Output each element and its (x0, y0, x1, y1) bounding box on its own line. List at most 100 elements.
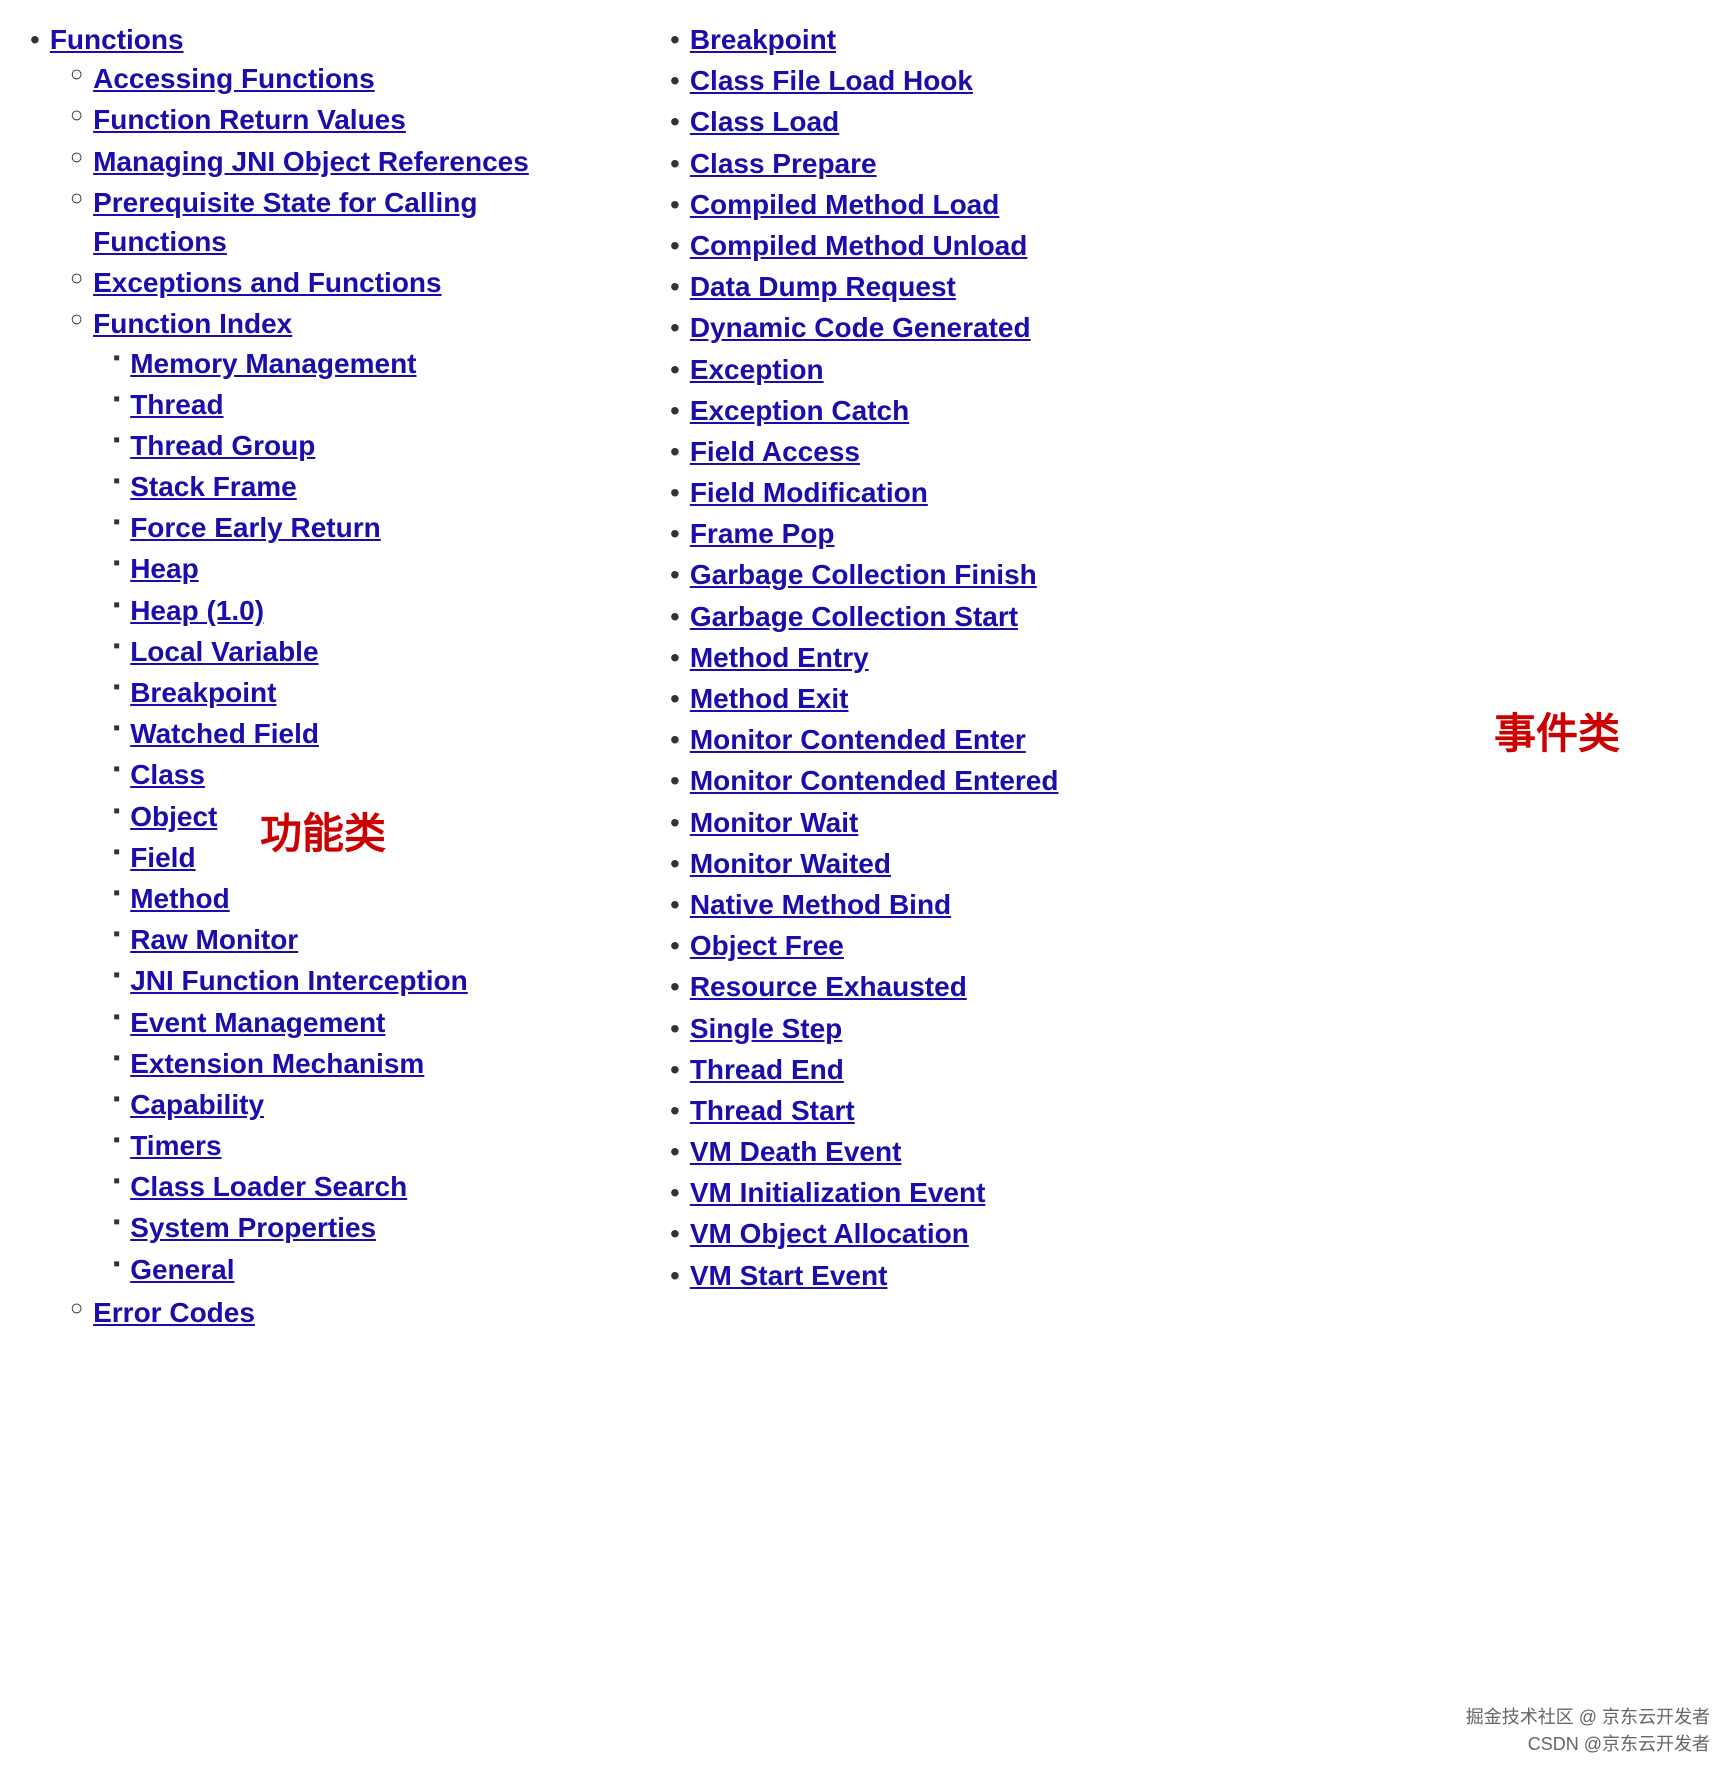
field-modification-link[interactable]: Field Modification (690, 477, 928, 508)
field-access-item: Field Access (670, 432, 1700, 471)
heap-link[interactable]: Heap (130, 553, 198, 584)
right-column: Breakpoint Class File Load Hook Class Lo… (610, 20, 1700, 1297)
general-link[interactable]: General (130, 1254, 234, 1285)
timers-link[interactable]: Timers (130, 1130, 221, 1161)
memory-management-item: Memory Management (113, 344, 468, 383)
class-load-item: Class Load (670, 102, 1700, 141)
force-early-return-link[interactable]: Force Early Return (130, 512, 381, 543)
compiled-method-unload-link[interactable]: Compiled Method Unload (690, 230, 1028, 261)
resource-exhausted-link[interactable]: Resource Exhausted (690, 971, 967, 1002)
data-dump-request-item: Data Dump Request (670, 267, 1700, 306)
exception-catch-item: Exception Catch (670, 391, 1700, 430)
monitor-waited-link[interactable]: Monitor Waited (690, 848, 891, 879)
error-codes-link[interactable]: Error Codes (93, 1297, 255, 1328)
exception-link[interactable]: Exception (690, 354, 824, 385)
method-entry-link[interactable]: Method Entry (690, 642, 869, 673)
right-list: Breakpoint Class File Load Hook Class Lo… (670, 20, 1700, 1295)
extension-mechanism-item: Extension Mechanism (113, 1044, 468, 1083)
garbage-collection-finish-link[interactable]: Garbage Collection Finish (690, 559, 1037, 590)
thread-end-item: Thread End (670, 1050, 1700, 1089)
watermark-line1: 掘金技术社区 @ 京东云开发者 (1466, 1704, 1710, 1731)
exception-item: Exception (670, 350, 1700, 389)
left-column: Functions Accessing Functions Function R… (30, 20, 610, 1336)
exceptions-and-functions-link[interactable]: Exceptions and Functions (93, 267, 441, 298)
method-link[interactable]: Method (130, 883, 230, 914)
watermark: 掘金技术社区 @ 京东云开发者 CSDN @京东云开发者 (1466, 1704, 1710, 1758)
vm-start-event-link[interactable]: VM Start Event (690, 1260, 888, 1291)
jni-function-interception-link[interactable]: JNI Function Interception (130, 965, 468, 996)
thread-start-link[interactable]: Thread Start (690, 1095, 855, 1126)
stack-frame-link[interactable]: Stack Frame (130, 471, 297, 502)
vm-start-event-item: VM Start Event (670, 1256, 1700, 1295)
vm-initialization-event-link[interactable]: VM Initialization Event (690, 1177, 986, 1208)
managing-jni-link[interactable]: Managing JNI Object References (93, 146, 529, 177)
exception-catch-link[interactable]: Exception Catch (690, 395, 909, 426)
native-method-bind-link[interactable]: Native Method Bind (690, 889, 951, 920)
field-item: Field (113, 838, 468, 877)
prerequisite-state-link[interactable]: Prerequisite State for Calling Functions (93, 187, 477, 257)
function-return-values-link[interactable]: Function Return Values (93, 104, 406, 135)
functions-link[interactable]: Functions (50, 24, 184, 55)
thread-group-item: Thread Group (113, 426, 468, 465)
system-properties-link[interactable]: System Properties (130, 1212, 376, 1243)
monitor-contended-entered-item: Monitor Contended Entered (670, 761, 1700, 800)
method-exit-link[interactable]: Method Exit (690, 683, 849, 714)
watched-field-link[interactable]: Watched Field (130, 718, 319, 749)
function-index-sublist: Memory Management Thread Thread Group St… (113, 344, 468, 1289)
monitor-contended-enter-link[interactable]: Monitor Contended Enter (690, 724, 1026, 755)
frame-pop-link[interactable]: Frame Pop (690, 518, 835, 549)
breakpoint-right-item: Breakpoint (670, 20, 1700, 59)
class-loader-search-link[interactable]: Class Loader Search (130, 1171, 407, 1202)
raw-monitor-item: Raw Monitor (113, 920, 468, 959)
function-index-item: Function Index Memory Management Thread … (70, 304, 610, 1291)
function-return-values-item: Function Return Values (70, 100, 610, 139)
memory-management-link[interactable]: Memory Management (130, 348, 416, 379)
compiled-method-load-link[interactable]: Compiled Method Load (690, 189, 1000, 220)
thread-end-link[interactable]: Thread End (690, 1054, 844, 1085)
class-prepare-link[interactable]: Class Prepare (690, 148, 877, 179)
breakpoint-right-link[interactable]: Breakpoint (690, 24, 836, 55)
vm-death-event-link[interactable]: VM Death Event (690, 1136, 902, 1167)
garbage-collection-start-item: Garbage Collection Start (670, 597, 1700, 636)
compiled-method-load-item: Compiled Method Load (670, 185, 1700, 224)
field-access-link[interactable]: Field Access (690, 436, 860, 467)
garbage-collection-start-link[interactable]: Garbage Collection Start (690, 601, 1018, 632)
local-variable-item: Local Variable (113, 632, 468, 671)
capability-link[interactable]: Capability (130, 1089, 264, 1120)
class-link[interactable]: Class (130, 759, 205, 790)
accessing-functions-link[interactable]: Accessing Functions (93, 63, 375, 94)
class-load-link[interactable]: Class Load (690, 106, 839, 137)
single-step-item: Single Step (670, 1009, 1700, 1048)
object-link[interactable]: Object (130, 801, 217, 832)
data-dump-request-link[interactable]: Data Dump Request (690, 271, 956, 302)
extension-mechanism-link[interactable]: Extension Mechanism (130, 1048, 424, 1079)
monitor-contended-entered-link[interactable]: Monitor Contended Entered (690, 765, 1059, 796)
watched-field-item: Watched Field (113, 714, 468, 753)
compiled-method-unload-item: Compiled Method Unload (670, 226, 1700, 265)
thread-link[interactable]: Thread (130, 389, 223, 420)
dynamic-code-generated-link[interactable]: Dynamic Code Generated (690, 312, 1031, 343)
jni-function-interception-item: JNI Function Interception (113, 961, 468, 1000)
function-index-link[interactable]: Function Index (93, 308, 292, 339)
single-step-link[interactable]: Single Step (690, 1013, 842, 1044)
force-early-return-item: Force Early Return (113, 508, 468, 547)
thread-start-item: Thread Start (670, 1091, 1700, 1130)
heap-10-link[interactable]: Heap (1.0) (130, 595, 264, 626)
vm-object-allocation-item: VM Object Allocation (670, 1214, 1700, 1253)
raw-monitor-link[interactable]: Raw Monitor (130, 924, 298, 955)
field-link[interactable]: Field (130, 842, 195, 873)
thread-group-link[interactable]: Thread Group (130, 430, 315, 461)
vm-object-allocation-link[interactable]: VM Object Allocation (690, 1218, 969, 1249)
capability-item: Capability (113, 1085, 468, 1124)
breakpoint-fn-link[interactable]: Breakpoint (130, 677, 276, 708)
event-management-link[interactable]: Event Management (130, 1007, 385, 1038)
object-free-link[interactable]: Object Free (690, 930, 844, 961)
exceptions-and-functions-item: Exceptions and Functions (70, 263, 610, 302)
class-file-load-hook-link[interactable]: Class File Load Hook (690, 65, 973, 96)
local-variable-link[interactable]: Local Variable (130, 636, 318, 667)
method-entry-item: Method Entry (670, 638, 1700, 677)
method-exit-item: Method Exit (670, 679, 1700, 718)
left-top-list: Functions Accessing Functions Function R… (30, 20, 610, 1334)
monitor-wait-link[interactable]: Monitor Wait (690, 807, 858, 838)
left-sub-list: Accessing Functions Function Return Valu… (70, 59, 610, 1332)
